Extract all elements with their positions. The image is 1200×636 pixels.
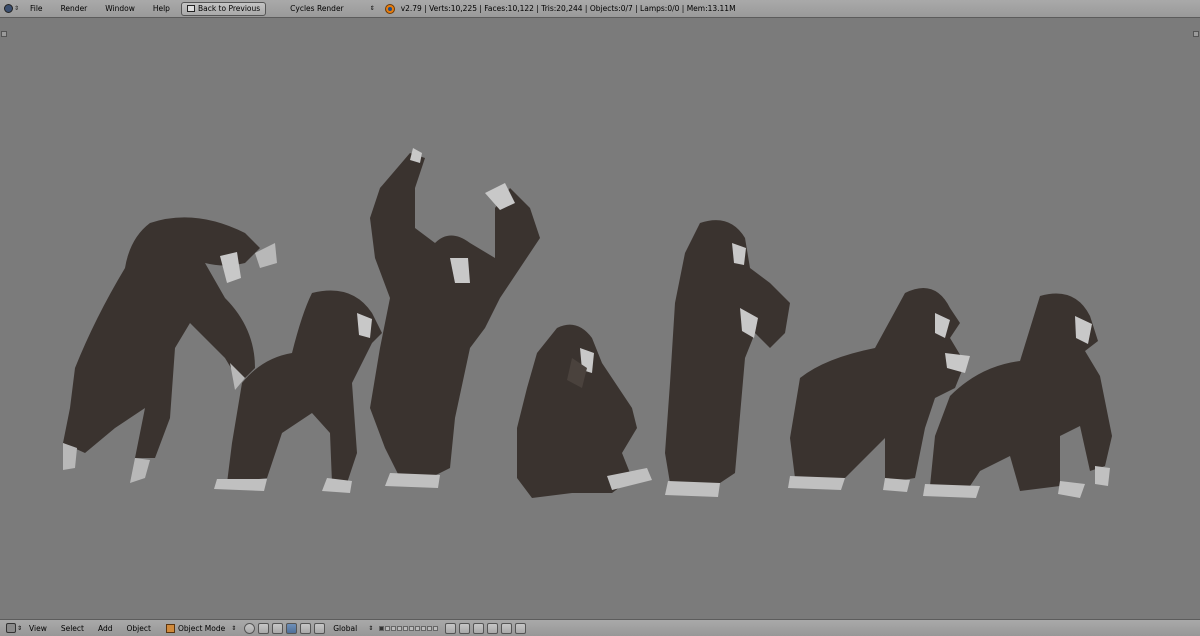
render-engine-selector[interactable]: Cycles Render ⇕ [290,4,375,13]
layer-7[interactable] [415,625,421,631]
proportional-edit-icon[interactable] [459,622,471,634]
layer-2[interactable] [385,625,391,631]
menu-add[interactable]: Add [91,621,120,636]
translate-manipulator-icon[interactable] [286,622,298,634]
menu-view[interactable]: View [22,621,54,636]
layer-1[interactable] [379,625,385,631]
menu-select[interactable]: Select [54,621,91,636]
menu-window[interactable]: Window [96,1,144,17]
opengl-animation-icon[interactable] [515,622,527,634]
3d-view-editor-icon[interactable] [6,623,16,633]
gorilla-quadruped-3[interactable] [920,286,1120,511]
manipulator-toggle-icon[interactable] [272,622,284,634]
layer-4[interactable] [397,625,403,631]
gorilla-sitting[interactable] [512,318,662,508]
rotate-manipulator-icon[interactable] [300,622,312,634]
chevron-updown-icon: ⇕ [368,624,374,632]
info-editor-icon [4,4,13,13]
snap-element-icon[interactable] [487,622,499,634]
layer-6[interactable] [409,625,415,631]
blender-logo-icon [384,3,395,14]
stats-text: v2.79 | Verts:10,225 | Faces:10,122 | Tr… [400,4,736,13]
3d-viewport[interactable] [0,18,1200,619]
layer-8[interactable] [421,625,427,631]
3d-view-header: ⇕ View Select Add Object Object Mode ⇕ G… [0,619,1200,636]
chevron-updown-icon: ⇕ [14,5,20,12]
layer-10[interactable] [433,625,439,631]
scene-statistics: v2.79 | Verts:10,225 | Faces:10,122 | Tr… [384,3,736,14]
info-header: ⇕ File Render Window Help Back to Previo… [0,0,1200,18]
render-engine-label: Cycles Render [290,4,344,13]
chevron-updown-icon: ⇕ [231,624,237,632]
editor-type-selector[interactable]: ⇕ [4,2,22,16]
screen-back-icon [186,5,195,12]
transform-orientation-label: Global [333,623,358,633]
pivot-point-icon[interactable] [258,622,270,634]
back-to-previous-button[interactable]: Back to Previous [180,1,267,16]
lock-camera-icon[interactable] [445,622,457,634]
transform-orientation-selector[interactable]: Global ⇕ [333,624,373,633]
layer-buttons[interactable] [379,625,439,631]
viewport-shading-icon[interactable] [244,622,256,634]
object-mode-selector[interactable]: Object Mode ⇕ [165,623,237,633]
scale-manipulator-icon[interactable] [314,622,326,634]
object-mode-label: Object Mode [177,623,226,633]
menu-object[interactable]: Object [120,621,158,636]
opengl-render-icon[interactable] [501,622,513,634]
area-split-handle-left[interactable] [1,31,7,37]
area-split-handle-right[interactable] [1193,31,1199,37]
layer-5[interactable] [403,625,409,631]
object-mode-icon [165,623,175,633]
layer-3[interactable] [391,625,397,631]
chevron-updown-icon: ⇕ [369,5,375,12]
back-to-previous-label: Back to Previous [197,4,261,13]
menu-render[interactable]: Render [52,1,97,17]
gorilla-standing[interactable] [660,213,800,513]
snap-toggle-icon[interactable] [473,622,485,634]
menu-help[interactable]: Help [144,1,179,17]
layer-9[interactable] [427,625,433,631]
menu-file[interactable]: File [22,1,52,17]
